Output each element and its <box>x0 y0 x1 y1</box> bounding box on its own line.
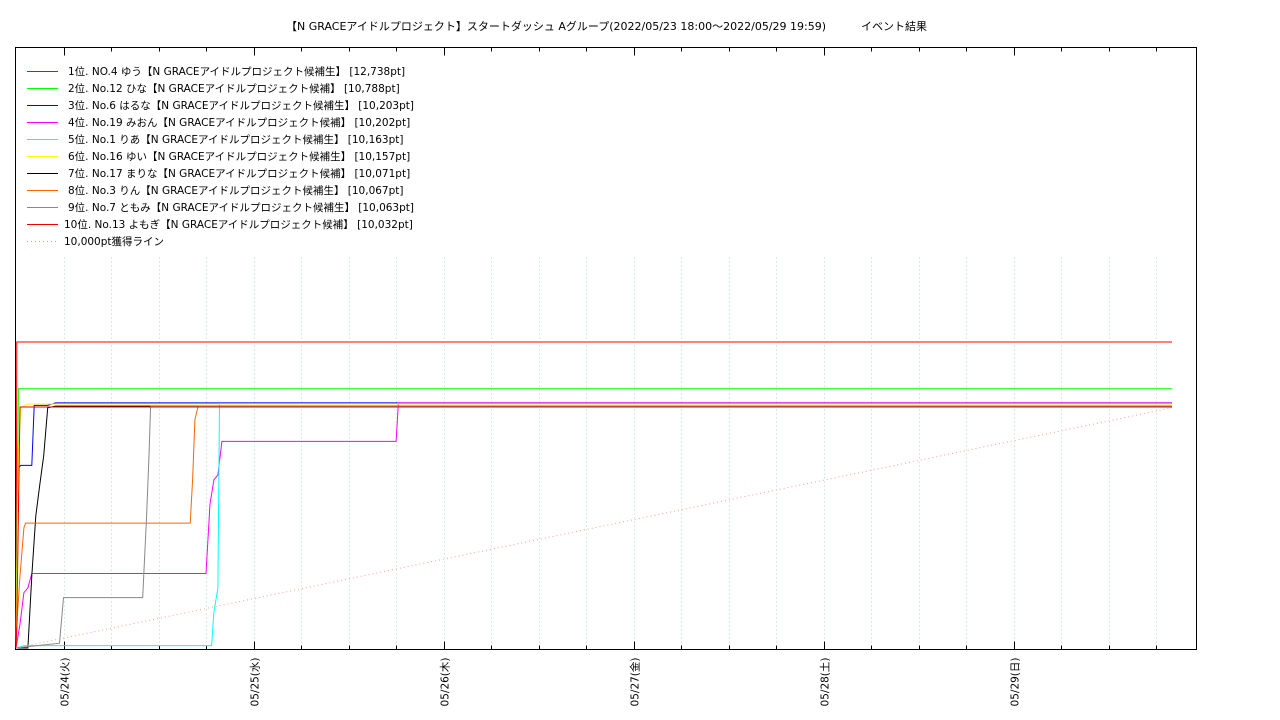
legend-label: 7位. No.17 まりな【N GRACEアイドルプロジェクト候補】 [10,0… <box>68 167 410 180</box>
legend-label: 1位. NO.4 ゆう【N GRACEアイドルプロジェクト候補生】 [12,73… <box>68 65 405 78</box>
series-line <box>15 403 1172 649</box>
legend-label: 3位. No.6 はるな【N GRACEアイドルプロジェクト候補生】 [10,2… <box>68 99 414 112</box>
legend-label: 10,000pt獲得ライン <box>64 235 164 248</box>
x-tick-label: 05/27(金) <box>629 658 642 707</box>
x-tick-label: 05/29(日) <box>1010 658 1022 707</box>
legend-label: 6位. No.16 ゆい【N GRACEアイドルプロジェクト候補生】 [10,1… <box>68 150 410 163</box>
series-line <box>15 403 1172 649</box>
legend-label: 5位. No.1 りあ【N GRACEアイドルプロジェクト候補生】 [10,16… <box>68 133 404 146</box>
legend-label: 2位. No.12 ひな【N GRACEアイドルプロジェクト候補】 [10,78… <box>68 82 400 95</box>
series-line <box>16 405 1172 649</box>
legend-label: 9位. No.7 ともみ【N GRACEアイドルプロジェクト候補生】 [10,0… <box>68 201 414 214</box>
series-line <box>15 388 1172 649</box>
legend-label: 4位. No.19 みおん【N GRACEアイドルプロジェクト候補】 [10,2… <box>68 116 410 129</box>
series-line <box>15 405 1172 649</box>
series-line <box>15 405 1172 649</box>
x-tick-label: 05/28(土) <box>819 658 832 707</box>
series-line <box>15 406 1172 649</box>
series-line <box>15 402 1172 649</box>
legend-label: 10位. No.13 よもぎ【N GRACEアイドルプロジェクト候補】 [10,… <box>64 218 413 231</box>
series-line <box>15 402 1172 649</box>
series-line <box>15 341 1172 649</box>
legend-label: 8位. No.3 りん【N GRACEアイドルプロジェクト候補生】 [10,06… <box>68 184 404 197</box>
line-chart: 05/24(火) 05/25(水) 05/26(木) 05/27(金) 05/28(土)… <box>15 47 1197 707</box>
grid <box>64 257 1157 650</box>
legend: 1位. NO.4 ゆう【N GRACEアイドルプロジェクト候補生】 [12,73… <box>27 65 414 248</box>
x-tick-label: 05/24(火) <box>60 658 72 707</box>
x-axis: 05/24(火) 05/25(水) 05/26(木) 05/27(金) 05/28(土)… <box>60 47 1157 707</box>
series <box>15 341 1173 649</box>
x-tick-label: 05/26(木) <box>440 658 452 707</box>
series-line <box>15 407 1173 649</box>
x-tick-label: 05/25(水) <box>250 658 262 707</box>
